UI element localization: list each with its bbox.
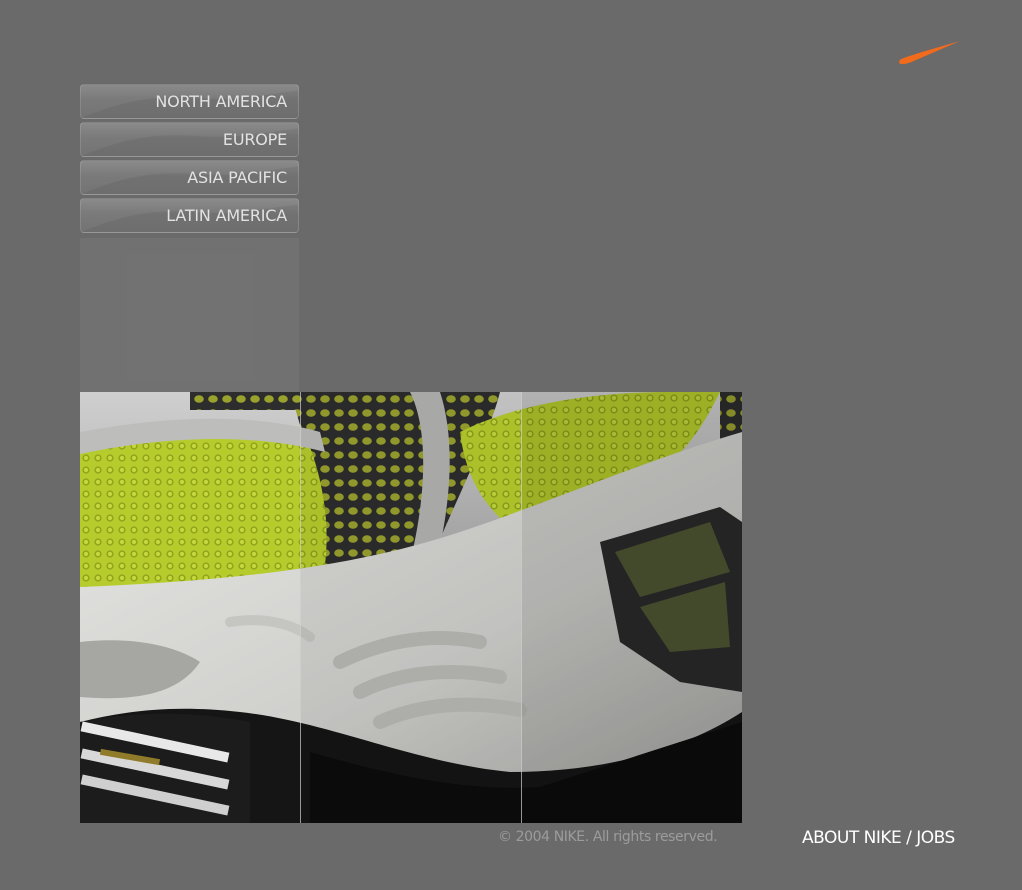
region-label: LATIN AMERICA — [166, 206, 287, 225]
region-button-asia-pacific[interactable]: ASIA PACIFIC — [80, 160, 299, 195]
footer-links: ABOUT NIKE / JOBS — [802, 828, 955, 848]
region-button-latin-america[interactable]: LATIN AMERICA — [80, 198, 299, 233]
about-nike-link[interactable]: ABOUT NIKE — [802, 828, 902, 848]
region-button-north-america[interactable]: NORTH AMERICA — [80, 84, 299, 119]
region-label: NORTH AMERICA — [155, 92, 287, 111]
region-label: EUROPE — [222, 130, 287, 149]
hero-image — [80, 392, 742, 823]
region-label: ASIA PACIFIC — [187, 168, 287, 187]
footer-separator: / — [901, 828, 917, 848]
copyright-text: © 2004 NIKE. All rights reserved. — [498, 829, 718, 845]
shoe-sole-closeup-image — [80, 392, 742, 823]
nike-swoosh-icon[interactable] — [898, 38, 962, 66]
jobs-link[interactable]: JOBS — [916, 828, 955, 848]
landing-page: NORTH AMERICA EUROPE ASIA PACIFIC LATIN … — [0, 0, 1022, 890]
region-button-europe[interactable]: EUROPE — [80, 122, 299, 157]
region-panel — [80, 238, 299, 398]
